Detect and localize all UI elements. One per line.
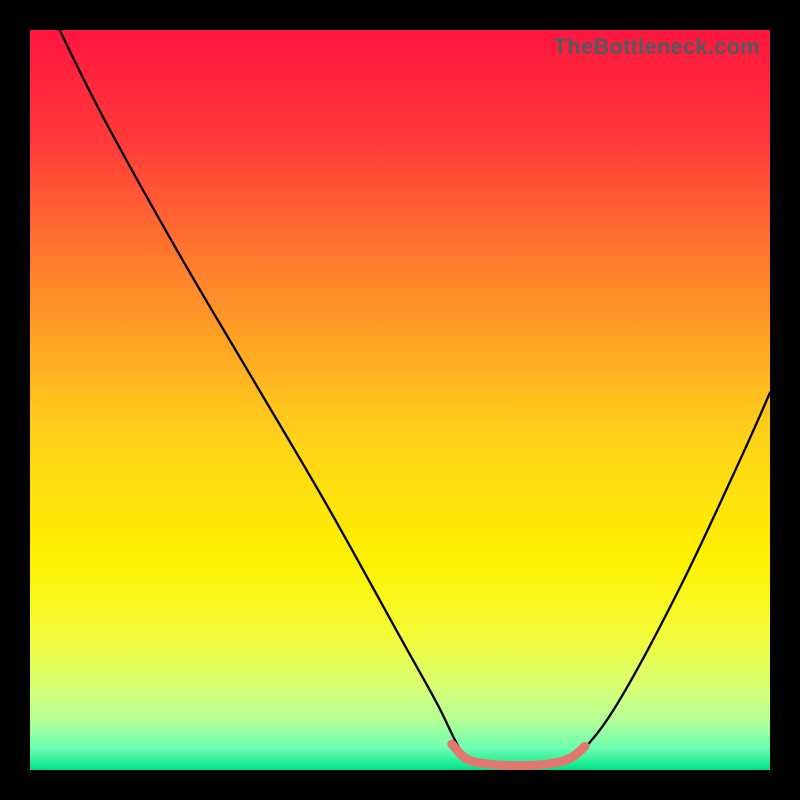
curve-layer [30,30,770,770]
series-optimal-band [452,744,585,765]
series-bottleneck-curve [60,30,770,767]
chart-frame: TheBottleneck.com [0,0,800,800]
plot-area: TheBottleneck.com [30,30,770,770]
